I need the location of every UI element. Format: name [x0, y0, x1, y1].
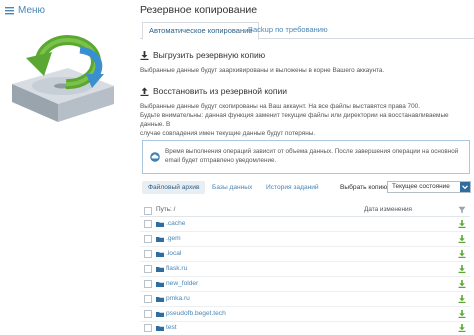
table-row[interactable]: pmka.ru — [140, 292, 470, 307]
export-heading-text: Выгрузить резервную копию — [153, 50, 266, 60]
row-checkbox[interactable] — [144, 235, 152, 243]
path-header: Путь: / — [156, 206, 176, 213]
table-row[interactable]: flask.ru — [140, 262, 470, 277]
row-checkbox[interactable] — [144, 250, 152, 258]
archive-subtabs: Файловый архив Базы данных История задан… — [140, 181, 474, 195]
subtab-databases[interactable]: Базы данных — [206, 181, 258, 194]
download-icon[interactable] — [458, 220, 466, 228]
table-row[interactable]: test — [140, 321, 470, 335]
download-icon[interactable] — [458, 265, 466, 273]
file-name-link[interactable]: pseudofb.beget.tech — [166, 307, 226, 321]
restore-description: Выбранные данные будут скопированы на Ва… — [140, 102, 470, 138]
date-header[interactable]: Дата изменения — [364, 204, 412, 216]
folder-icon — [156, 236, 164, 242]
tab-bar: Автоматическое копирование Backup по тре… — [140, 22, 474, 40]
table-row[interactable]: new_folder — [140, 277, 470, 292]
table-row[interactable]: .cache — [140, 217, 470, 232]
file-name-link[interactable]: new_folder — [166, 277, 198, 291]
upload-icon — [140, 87, 149, 96]
download-icon[interactable] — [458, 310, 466, 318]
file-name-link[interactable]: flask.ru — [166, 262, 187, 276]
export-description: Выбранные данные будут заархивированы и … — [140, 67, 385, 74]
select-copy-value: Текущее состояние — [392, 183, 450, 190]
subtab-task-history[interactable]: История заданий — [260, 181, 325, 194]
select-copy-dropdown[interactable]: Текущее состояние — [387, 181, 471, 193]
folder-icon — [156, 251, 164, 257]
folder-icon — [156, 281, 164, 287]
main-panel: Резервное копирование Автоматическое коп… — [140, 0, 474, 335]
info-notice-line: Время выполнения операций зависит от объ… — [165, 148, 459, 155]
info-notice-text: Время выполнения операций зависит от объ… — [165, 147, 465, 165]
folder-icon — [156, 296, 164, 302]
download-icon — [140, 50, 149, 60]
table-row[interactable]: .local — [140, 247, 470, 262]
restore-heading-text: Восстановить из резервной копии — [153, 86, 288, 96]
row-checkbox[interactable] — [144, 324, 152, 332]
folder-icon — [156, 325, 164, 331]
download-icon[interactable] — [458, 280, 466, 288]
file-name-link[interactable]: .cache — [166, 217, 185, 231]
hamburger-icon — [5, 6, 14, 15]
info-notice-line: email будет отправлено уведомление. — [165, 157, 277, 164]
download-icon[interactable] — [458, 235, 466, 243]
row-checkbox[interactable] — [144, 265, 152, 273]
file-name-link[interactable]: .local — [166, 247, 181, 261]
filter-icon[interactable] — [458, 206, 466, 214]
page-title: Резервное копирование — [140, 4, 258, 16]
cloud-info-icon — [150, 149, 160, 162]
file-name-link[interactable]: .gem — [166, 232, 181, 246]
menu-label: Меню — [18, 5, 46, 16]
menu-button[interactable]: Меню — [5, 5, 45, 16]
restore-description-line: Будьте внимательны: данная функция замен… — [140, 112, 449, 128]
chevron-down-icon[interactable] — [460, 182, 470, 192]
file-table-header: Путь: / Дата изменения — [140, 204, 470, 217]
select-copy-label: Выбрать копию: — [340, 184, 390, 191]
row-checkbox[interactable] — [144, 220, 152, 228]
restore-heading: Восстановить из резервной копии — [140, 86, 287, 96]
tab-backup-on-demand[interactable]: Backup по требованию — [242, 22, 334, 38]
download-icon[interactable] — [458, 324, 466, 332]
download-icon[interactable] — [458, 295, 466, 303]
info-notice: Время выполнения операций зависит от объ… — [142, 140, 470, 174]
hard-drive-restore-icon — [6, 22, 120, 134]
row-checkbox[interactable] — [144, 310, 152, 318]
select-all-checkbox[interactable] — [144, 207, 152, 215]
table-row[interactable]: pseudofb.beget.tech — [140, 307, 470, 322]
subtab-file-archive[interactable]: Файловый архив — [142, 181, 206, 194]
export-heading: Выгрузить резервную копию — [140, 50, 265, 60]
file-name-link[interactable]: test — [166, 321, 177, 335]
folder-icon — [156, 221, 164, 227]
folder-icon — [156, 266, 164, 272]
table-row[interactable]: .gem — [140, 232, 470, 247]
left-panel: Меню — [0, 0, 132, 335]
restore-description-line: Выбранные данные будут скопированы на Ва… — [140, 103, 420, 110]
row-checkbox[interactable] — [144, 280, 152, 288]
file-name-link[interactable]: pmka.ru — [166, 292, 190, 306]
folder-icon — [156, 311, 164, 317]
row-checkbox[interactable] — [144, 295, 152, 303]
restore-description-line: случае совпадения имен текущие данные бу… — [140, 130, 316, 137]
download-icon[interactable] — [458, 250, 466, 258]
